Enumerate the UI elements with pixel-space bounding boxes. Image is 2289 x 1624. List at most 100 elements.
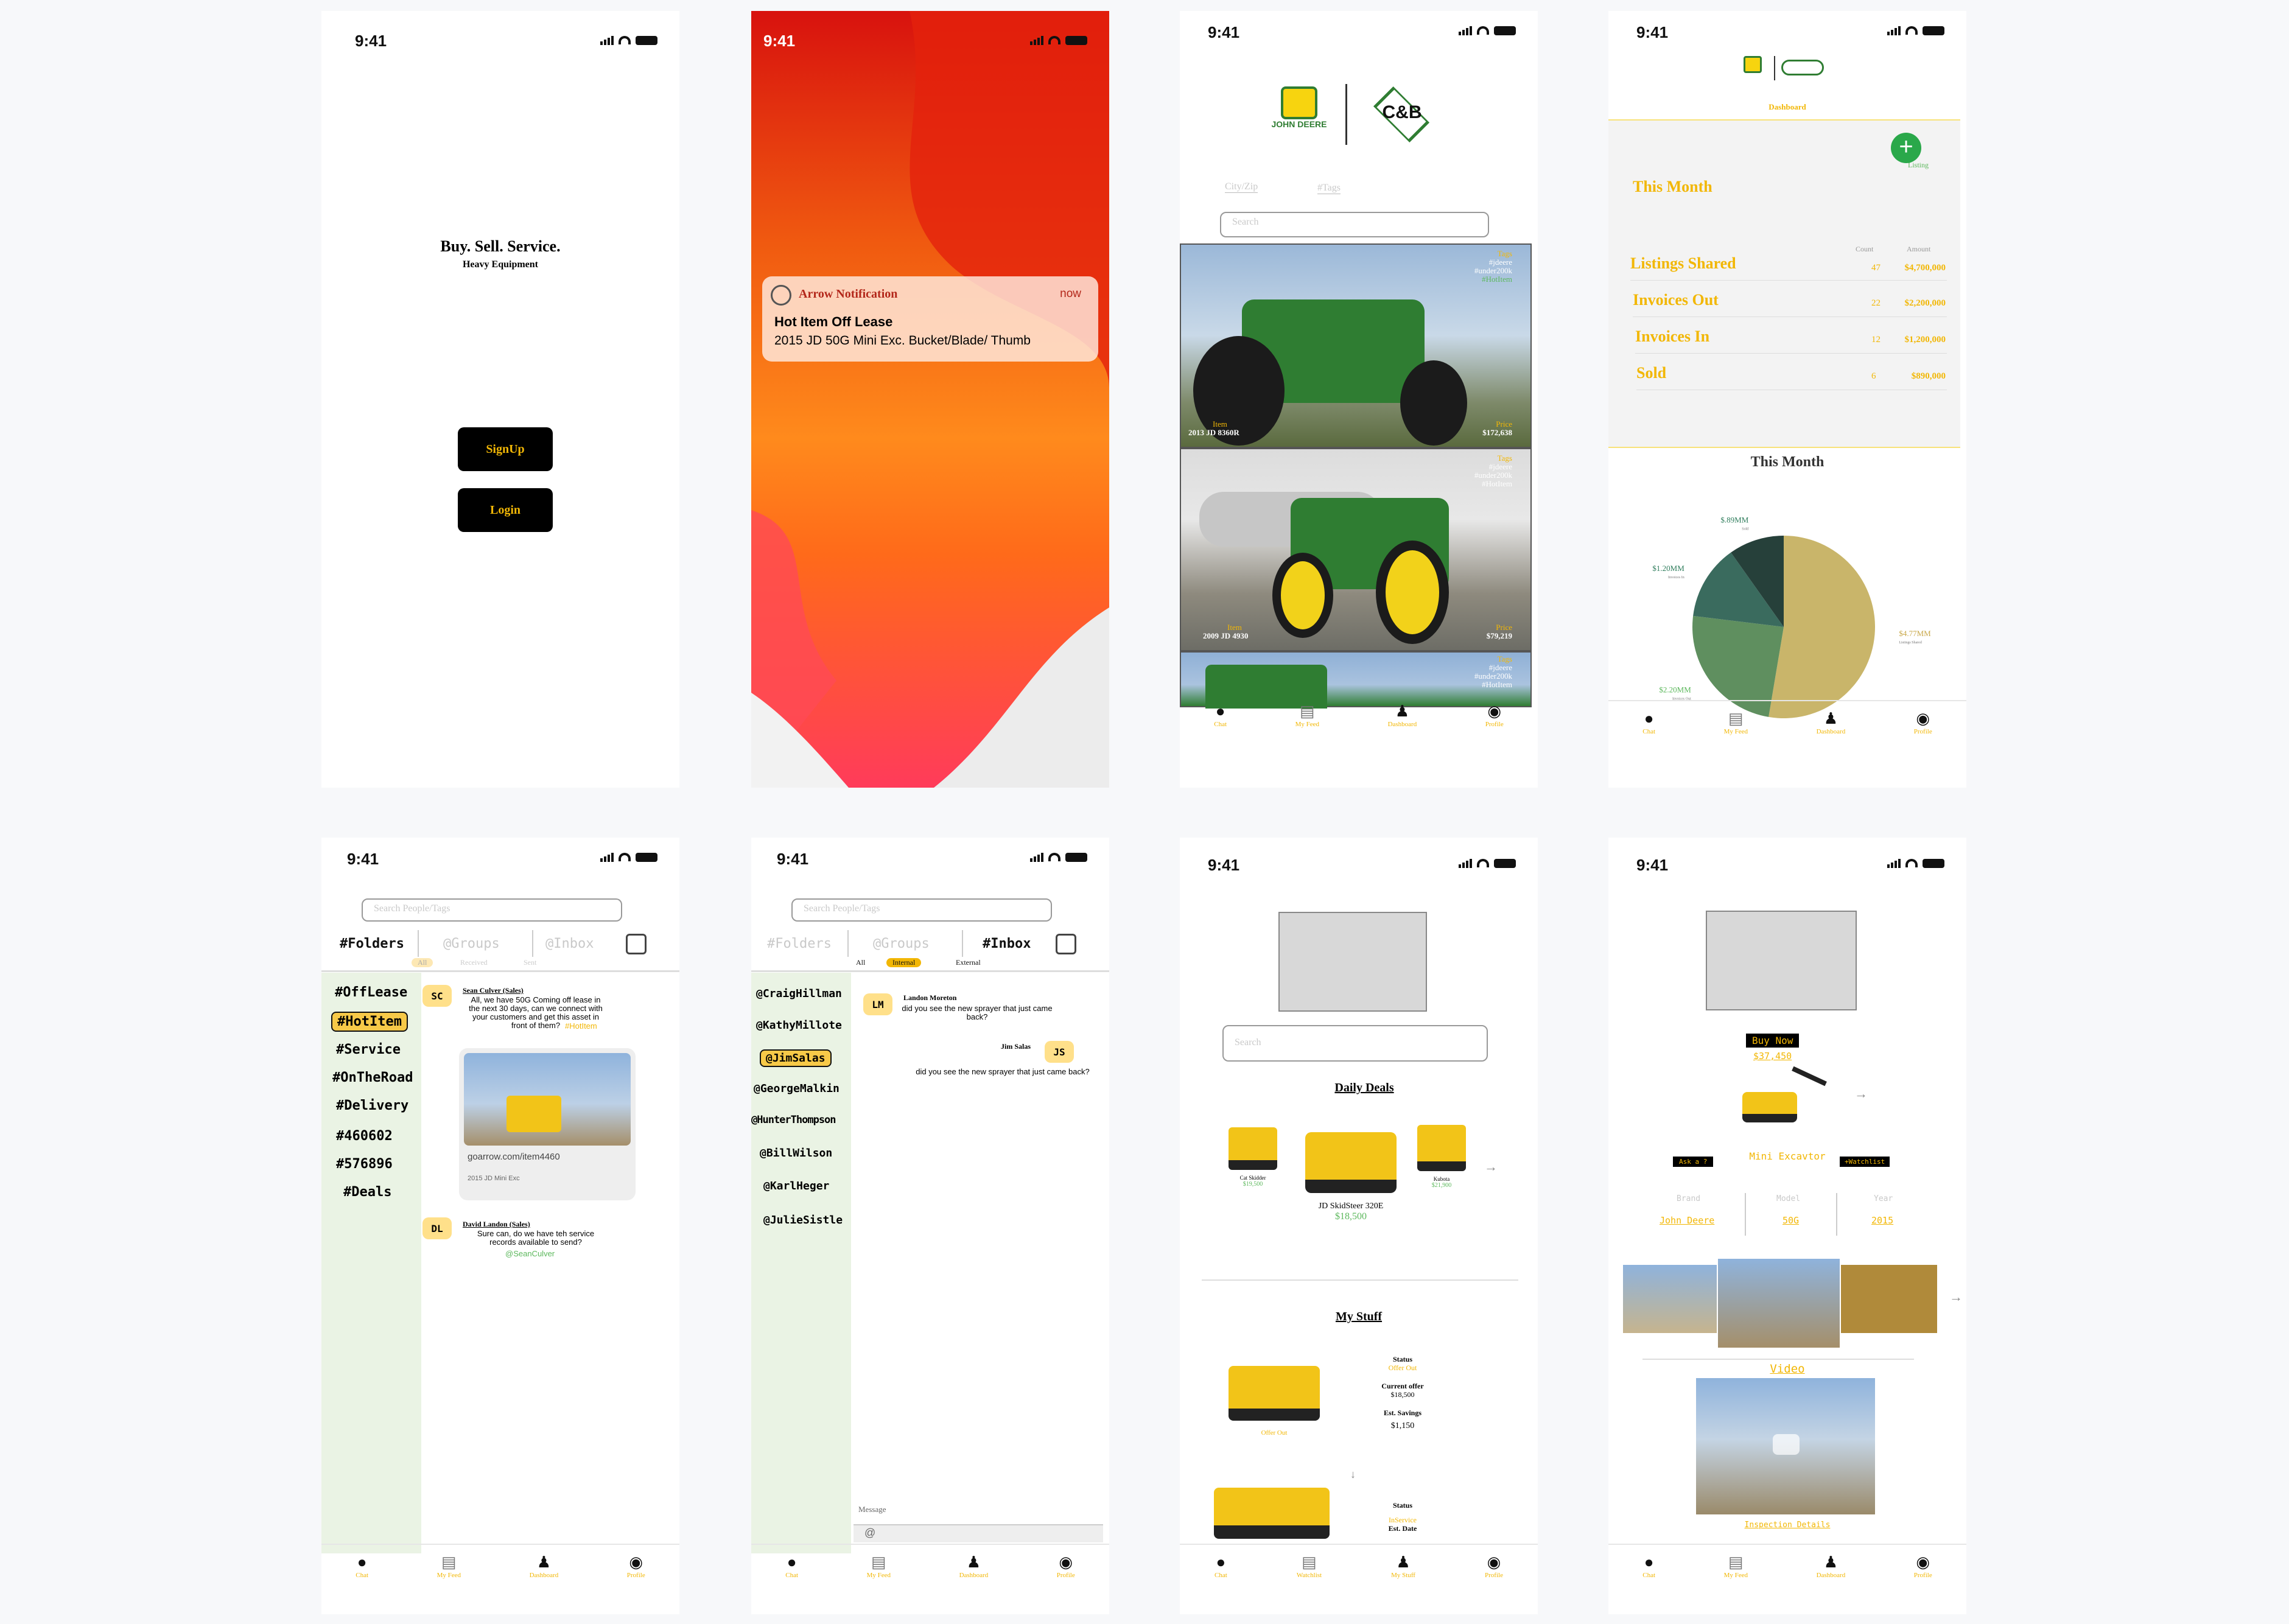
stat-row[interactable]: Listings Shared 47 $4,700,000 bbox=[1630, 250, 1947, 281]
video-player[interactable] bbox=[1696, 1378, 1875, 1514]
person-item[interactable]: @GeorgeMalkin bbox=[754, 1082, 840, 1095]
avatar[interactable]: DL bbox=[422, 1217, 452, 1239]
next-arrow-icon[interactable]: → bbox=[1854, 1086, 1868, 1102]
listing-tag[interactable]: #HotItem bbox=[1474, 275, 1512, 284]
folder-item[interactable]: #OnTheRoad bbox=[332, 1070, 413, 1085]
message-mention[interactable]: @SeanCulver bbox=[505, 1249, 555, 1258]
buy-now-button[interactable]: Buy Now bbox=[1746, 1034, 1800, 1048]
message-sender[interactable]: Sean Culver (Sales) bbox=[463, 986, 524, 995]
tab-dashboard[interactable]: ♟ Dashboard bbox=[1388, 702, 1417, 728]
compose-icon[interactable] bbox=[1056, 934, 1076, 954]
folder-item[interactable]: #460602 bbox=[336, 1129, 393, 1144]
tab-folders[interactable]: #Folders bbox=[767, 936, 832, 951]
tab-profile[interactable]: ◉ Profile bbox=[1914, 710, 1932, 735]
folder-item[interactable]: #OffLease bbox=[335, 985, 407, 1000]
tab-my-feed[interactable]: ▤ My Feed bbox=[867, 1553, 891, 1579]
tab-dashboard[interactable]: ♟ Dashboard bbox=[1817, 1553, 1846, 1579]
spec-value[interactable]: 50G bbox=[1782, 1215, 1799, 1226]
gallery-photo[interactable] bbox=[1841, 1265, 1937, 1333]
folder-item[interactable]: #576896 bbox=[336, 1157, 393, 1172]
tab-groups[interactable]: @Groups bbox=[443, 936, 500, 951]
tab-inbox[interactable]: #Inbox bbox=[983, 936, 1031, 951]
gallery-photo[interactable] bbox=[1718, 1259, 1840, 1348]
owned-item[interactable] bbox=[1214, 1488, 1336, 1539]
folder-item[interactable]: #Service bbox=[336, 1042, 401, 1057]
stat-row[interactable]: Sold 6 $890,000 bbox=[1636, 359, 1947, 390]
add-listing-button[interactable]: + bbox=[1891, 133, 1921, 163]
avatar[interactable]: LM bbox=[863, 993, 892, 1015]
tab-profile[interactable]: ◉ Profile bbox=[1914, 1553, 1932, 1579]
tab-my-feed[interactable]: ▤ My Feed bbox=[1295, 702, 1319, 728]
filter-all[interactable]: All bbox=[856, 958, 865, 967]
owned-item[interactable]: Offer Out bbox=[1222, 1366, 1326, 1437]
tab-dashboard[interactable]: ♟ Dashboard bbox=[1817, 710, 1846, 735]
tab-chat[interactable]: ● Chat bbox=[356, 1553, 368, 1579]
gallery-photo[interactable] bbox=[1623, 1265, 1717, 1333]
photo-gallery[interactable] bbox=[1623, 1259, 1940, 1348]
filter-all[interactable]: All bbox=[412, 958, 433, 967]
next-arrow-icon[interactable]: → bbox=[1949, 1289, 1963, 1305]
filter-tags[interactable]: #Tags bbox=[1317, 183, 1341, 194]
inspection-details-link[interactable]: Inspection Details bbox=[1608, 1521, 1966, 1530]
deal-card-featured[interactable]: JD SkidSteer 320E $18,500 bbox=[1299, 1132, 1403, 1222]
listing-tag[interactable]: #under200k bbox=[1474, 471, 1512, 480]
pie-slice[interactable] bbox=[1768, 536, 1875, 718]
message-sender[interactable]: Jim Salas bbox=[1001, 1042, 1031, 1051]
watchlist-button[interactable]: +Watchlist bbox=[1840, 1157, 1890, 1167]
listing-tag[interactable]: #jdeere bbox=[1474, 463, 1512, 471]
person-item[interactable]: @KathyMillote bbox=[756, 1019, 842, 1032]
stat-row[interactable]: Invoices In 12 $1,200,000 bbox=[1635, 323, 1947, 354]
filter-external[interactable]: External bbox=[956, 958, 981, 967]
person-item[interactable]: @CraigHillman bbox=[756, 987, 842, 1000]
tab-my-stuff[interactable]: ♟ My Stuff bbox=[1391, 1553, 1415, 1579]
folder-item-selected[interactable]: #HotItem bbox=[331, 1012, 408, 1032]
stat-row[interactable]: Invoices Out 22 $2,200,000 bbox=[1633, 286, 1947, 317]
tab-profile[interactable]: ◉ Profile bbox=[1485, 702, 1504, 728]
search-input[interactable]: Search bbox=[1220, 212, 1489, 237]
mention-icon[interactable]: @ bbox=[864, 1527, 875, 1539]
deal-card[interactable]: Kubota $21,900 bbox=[1411, 1125, 1472, 1189]
login-button[interactable]: Login bbox=[458, 488, 553, 532]
person-item[interactable]: @JulieSistle bbox=[763, 1214, 843, 1227]
search-people-tags-input[interactable]: Search People/Tags bbox=[791, 898, 1052, 922]
listing-card[interactable]: Tags #jdeere #under200k #HotItem Item 20… bbox=[1180, 448, 1532, 651]
message-input[interactable]: @ bbox=[854, 1524, 1103, 1542]
filter-received[interactable]: Received bbox=[460, 958, 488, 967]
listing-tag[interactable]: #under200k bbox=[1474, 672, 1512, 681]
tab-chat[interactable]: ● Chat bbox=[785, 1553, 798, 1579]
next-arrow-icon[interactable]: → bbox=[1484, 1159, 1498, 1175]
message-sender[interactable]: David Landon (Sales) bbox=[463, 1220, 530, 1229]
tab-chat[interactable]: ● Chat bbox=[1214, 702, 1227, 728]
play-icon[interactable] bbox=[1773, 1434, 1800, 1455]
listing-tag[interactable]: #jdeere bbox=[1474, 258, 1512, 267]
person-item-selected[interactable]: @JimSalas bbox=[760, 1049, 832, 1067]
tab-profile[interactable]: ◉ Profile bbox=[627, 1553, 645, 1579]
tab-chat[interactable]: ● Chat bbox=[1215, 1553, 1227, 1579]
listing-tag[interactable]: #jdeere bbox=[1474, 663, 1512, 672]
tab-groups[interactable]: @Groups bbox=[873, 936, 930, 951]
person-item[interactable]: @BillWilson bbox=[760, 1147, 832, 1160]
person-item[interactable]: @KarlHeger bbox=[763, 1180, 829, 1192]
link-url[interactable]: goarrow.com/item4460 bbox=[468, 1152, 560, 1162]
compose-icon[interactable] bbox=[626, 934, 647, 954]
spec-value[interactable]: John Deere bbox=[1660, 1215, 1714, 1226]
tab-folders[interactable]: #Folders bbox=[340, 936, 404, 951]
avatar[interactable]: JS bbox=[1045, 1041, 1074, 1063]
tab-profile[interactable]: ◉ Profile bbox=[1057, 1553, 1075, 1579]
tab-inbox[interactable]: @Inbox bbox=[545, 936, 594, 951]
filter-sent[interactable]: Sent bbox=[524, 958, 536, 967]
tab-watchlist[interactable]: ▤ Watchlist bbox=[1297, 1553, 1322, 1579]
folder-item[interactable]: #Delivery bbox=[336, 1098, 408, 1113]
listing-card[interactable]: Tags #jdeere #under200k #HotItem Item 20… bbox=[1180, 243, 1532, 448]
listing-tag[interactable]: #HotItem bbox=[1474, 681, 1512, 689]
filter-city-zip[interactable]: City/Zip bbox=[1225, 181, 1258, 193]
tab-dashboard[interactable]: ♟ Dashboard bbox=[959, 1553, 989, 1579]
listing-tag[interactable]: #under200k bbox=[1474, 267, 1512, 275]
tab-profile[interactable]: ◉ Profile bbox=[1485, 1553, 1503, 1579]
search-people-tags-input[interactable]: Search People/Tags bbox=[362, 898, 622, 922]
folder-item[interactable]: #Deals bbox=[343, 1185, 391, 1200]
tab-chat[interactable]: ● Chat bbox=[1642, 710, 1655, 735]
search-input[interactable]: Search bbox=[1222, 1025, 1488, 1062]
signup-button[interactable]: SignUp bbox=[458, 427, 553, 471]
tab-my-feed[interactable]: ▤ My Feed bbox=[437, 1553, 461, 1579]
